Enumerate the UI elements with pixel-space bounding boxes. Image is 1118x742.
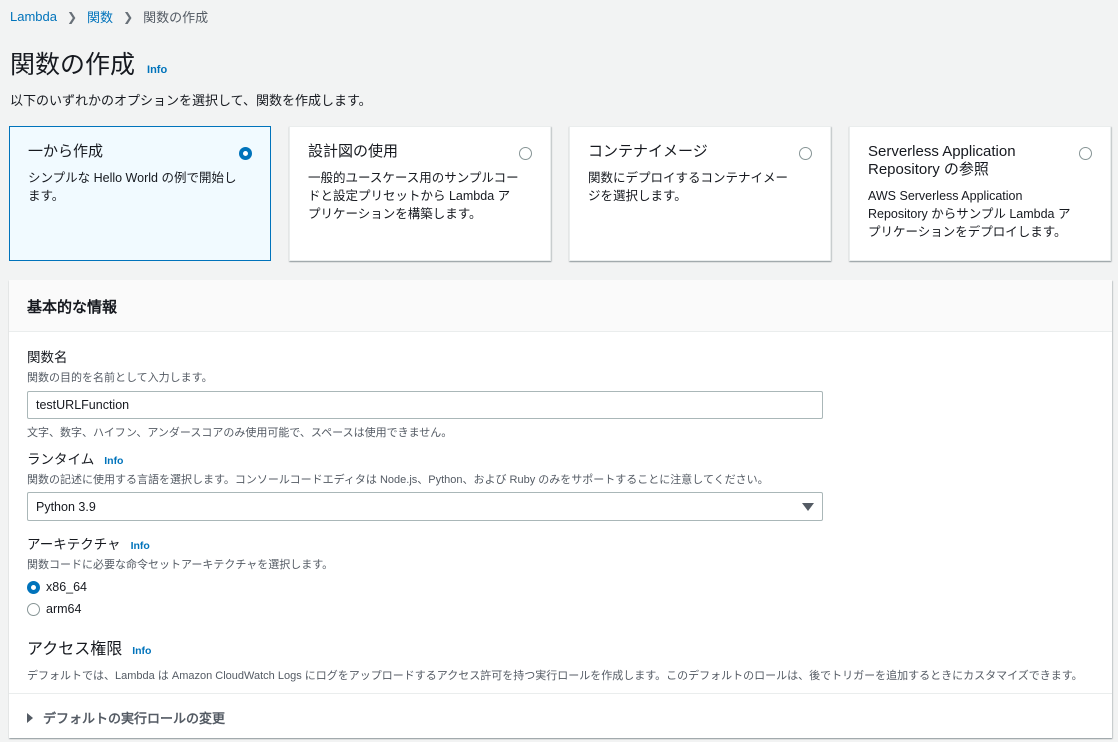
option-title: コンテナイメージ: [588, 143, 708, 160]
change-execution-role-expander[interactable]: デフォルトの実行ロールの変更: [9, 693, 1112, 741]
page-description: 以下のいずれかのオプションを選択して、関数を作成します。: [10, 93, 372, 108]
runtime-info-link[interactable]: Info: [104, 455, 123, 467]
option-description: シンプルな Hello World の例で開始します。: [28, 171, 237, 203]
option-radio-selected[interactable]: [239, 147, 252, 160]
option-description: AWS Serverless Application Repository から…: [868, 189, 1071, 239]
expander-label: デフォルトの実行ロールの変更: [43, 711, 226, 726]
page-title: 関数の作成: [10, 51, 136, 79]
option-tile-blueprint[interactable]: 設計図の使用 一般的ユースケース用のサンプルコードと設定プリセットから Lamb…: [289, 126, 551, 261]
architecture-option-label: x86_64: [46, 580, 88, 594]
option-tile-serverless-repo[interactable]: Serverless Application Repository の参照 AW…: [849, 126, 1111, 261]
function-name-input[interactable]: testURLFunction: [27, 391, 823, 419]
function-name-field: 関数名 関数の目的を名前として入力します。 testURLFunction 文字…: [27, 346, 823, 440]
architecture-radio-x86-64[interactable]: [27, 580, 40, 594]
option-radio[interactable]: [799, 147, 812, 160]
option-radio[interactable]: [1079, 147, 1092, 160]
caret-right-icon: [27, 712, 33, 723]
runtime-select[interactable]: Python 3.9: [27, 492, 823, 521]
page-info-link[interactable]: Info: [147, 64, 167, 76]
runtime-label: ランタイム: [27, 452, 95, 467]
runtime-description: 関数の記述に使用する言語を選択します。コンソールコードエディタは Node.js…: [27, 474, 769, 486]
architecture-field: アーキテクチャ Info 関数コードに必要な命令セットアーキテクチャを選択します…: [27, 533, 333, 616]
option-tile-container-image[interactable]: コンテナイメージ 関数にデプロイするコンテナイメージを選択します。: [569, 126, 831, 261]
permissions-title: アクセス権限: [27, 641, 123, 658]
caret-down-icon: [802, 502, 814, 511]
function-name-constraint: 文字、数字、ハイフン、アンダースコアのみ使用可能で、スペースは使用できません。: [27, 427, 453, 439]
option-description: 関数にデプロイするコンテナイメージを選択します。: [588, 171, 789, 203]
create-option-tiles: 一から作成 シンプルな Hello World の例で開始します。 設計図の使用…: [9, 126, 1112, 261]
permissions-description: デフォルトでは、Lambda は Amazon CloudWatch Logs …: [27, 670, 1083, 682]
option-title: Serverless Application Repository の参照: [868, 143, 1016, 178]
option-radio[interactable]: [519, 147, 532, 160]
architecture-option-label: arm64: [46, 602, 82, 616]
permissions-title-row: アクセス権限 Info: [27, 635, 1083, 659]
breadcrumb: Lambda ❯ 関数 ❯ 関数の作成: [10, 7, 208, 26]
breadcrumb-functions-link[interactable]: 関数: [87, 7, 113, 26]
permissions-section: アクセス権限 Info デフォルトでは、Lambda は Amazon Clou…: [27, 635, 1083, 683]
runtime-label-row: ランタイム Info: [27, 448, 823, 468]
architecture-option-arm64[interactable]: arm64: [27, 602, 333, 616]
architecture-radio-arm64[interactable]: [27, 602, 40, 616]
chevron-right-icon: ❯: [123, 9, 134, 24]
architecture-info-link[interactable]: Info: [131, 540, 150, 552]
panel-title: 基本的な情報: [27, 299, 118, 316]
option-tile-author-from-scratch[interactable]: 一から作成 シンプルな Hello World の例で開始します。: [9, 126, 271, 261]
breadcrumb-lambda-link[interactable]: Lambda: [10, 9, 57, 24]
architecture-description: 関数コードに必要な命令セットアーキテクチャを選択します。: [27, 559, 334, 571]
chevron-right-icon: ❯: [66, 9, 78, 24]
architecture-option-x86-64[interactable]: x86_64: [27, 580, 333, 594]
option-title: 設計図の使用: [308, 143, 399, 160]
function-name-label: 関数名: [27, 350, 68, 365]
function-name-description: 関数の目的を名前として入力します。: [27, 372, 213, 384]
panel-header: 基本的な情報: [9, 280, 1112, 332]
page-title-row: 関数の作成 Info: [10, 45, 167, 81]
architecture-label-row: アーキテクチャ Info: [27, 533, 333, 553]
runtime-selected-value: Python 3.9: [36, 499, 96, 514]
breadcrumb-current: 関数の作成: [143, 10, 209, 25]
option-title: 一から作成: [28, 143, 104, 160]
option-description: 一般的ユースケース用のサンプルコードと設定プリセットから Lambda アプリケ…: [308, 171, 519, 221]
permissions-info-link[interactable]: Info: [132, 645, 151, 657]
basic-info-panel: 基本的な情報 関数名 関数の目的を名前として入力します。 testURLFunc…: [9, 280, 1112, 738]
architecture-label: アーキテクチャ: [27, 537, 121, 552]
runtime-field: ランタイム Info 関数の記述に使用する言語を選択します。コンソールコードエデ…: [27, 448, 823, 521]
